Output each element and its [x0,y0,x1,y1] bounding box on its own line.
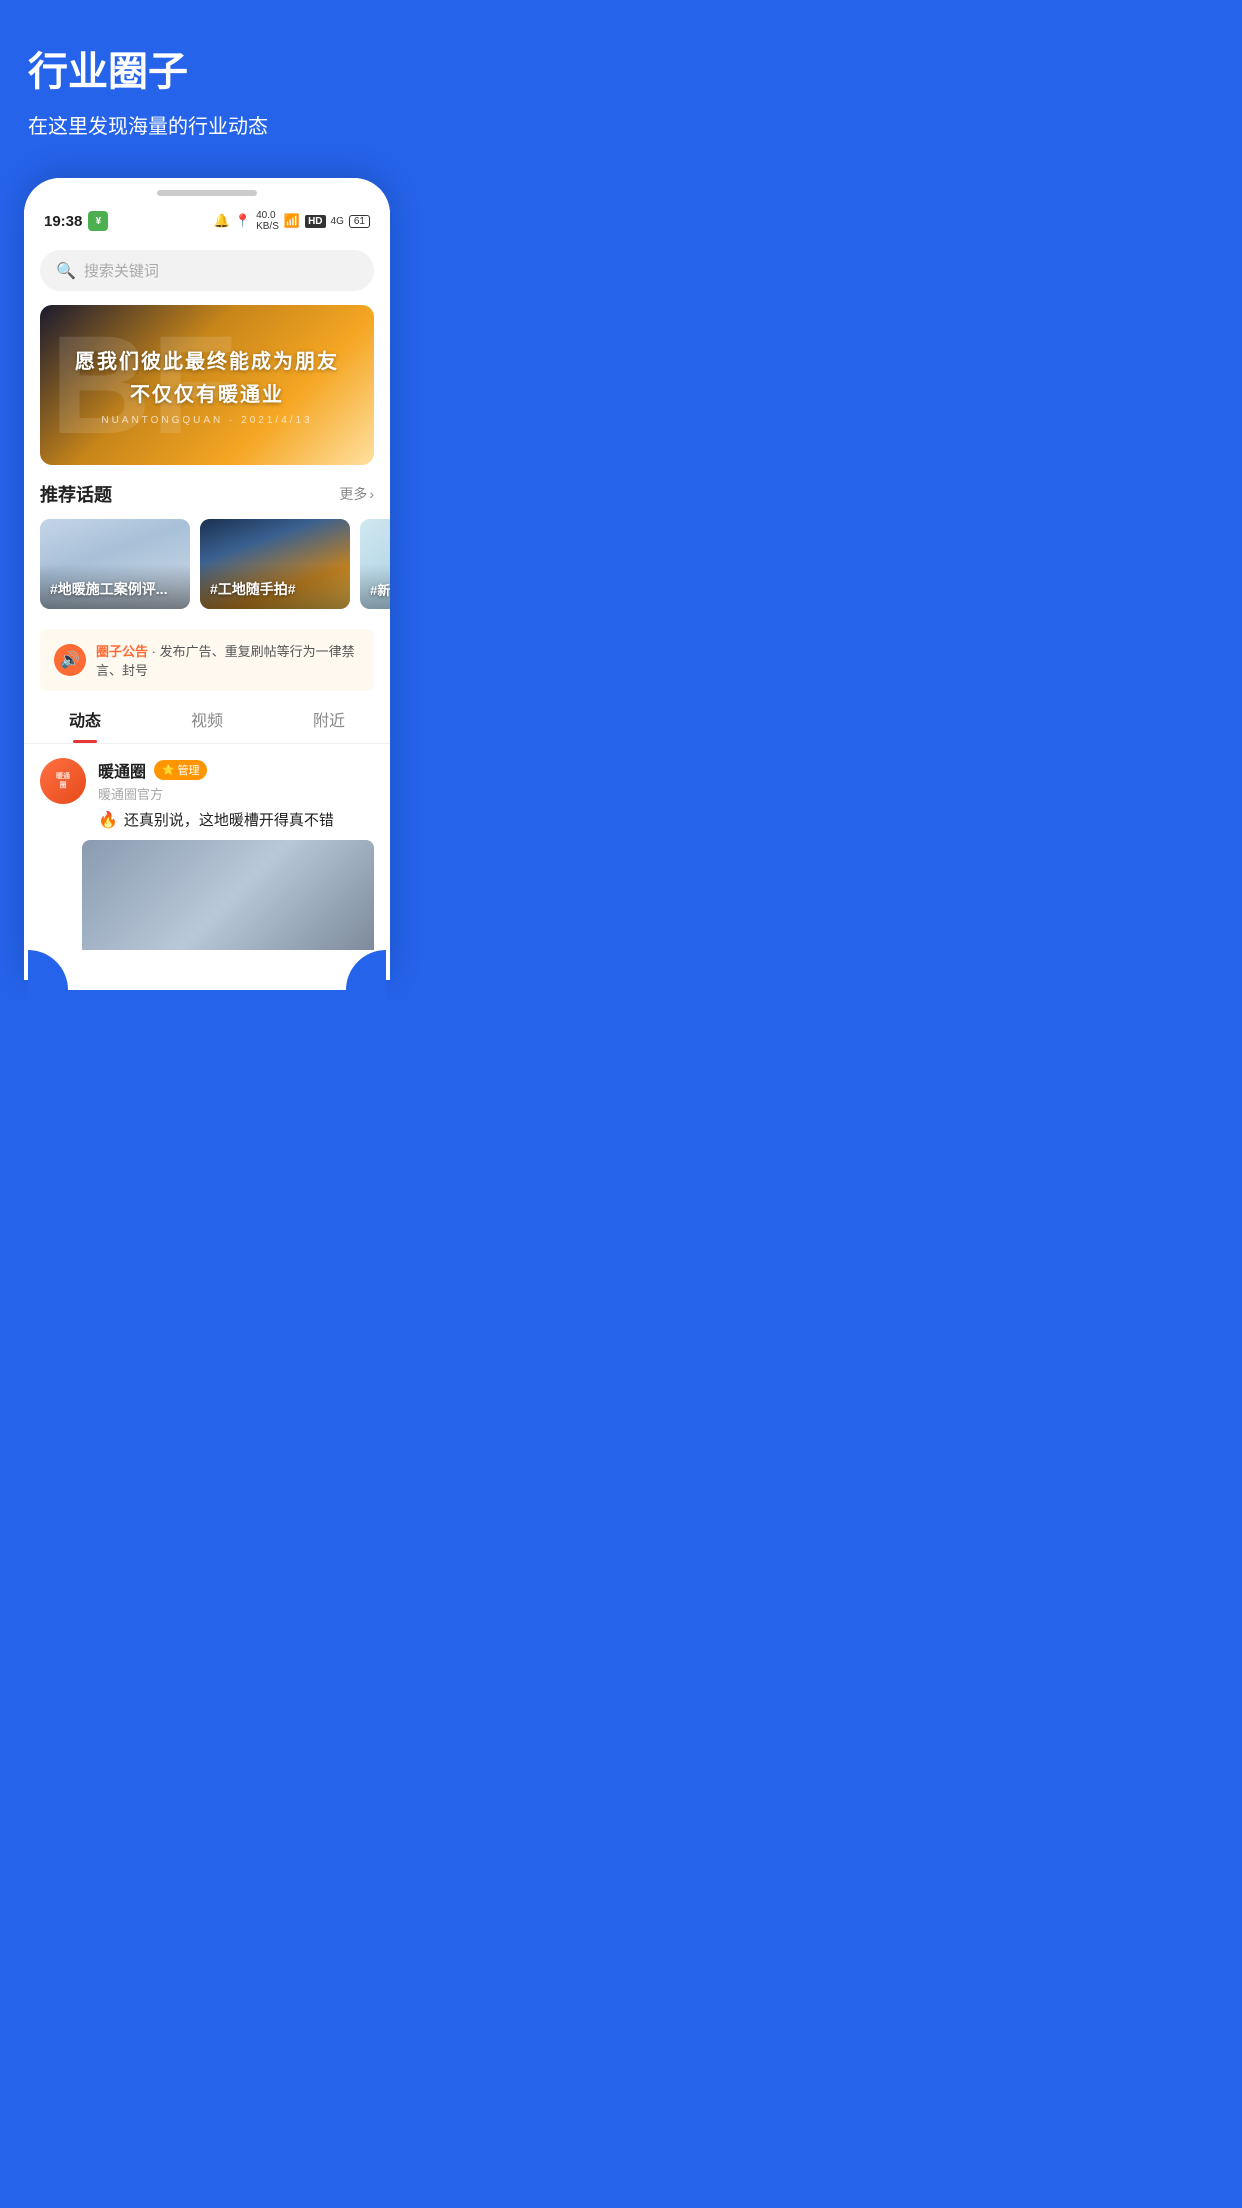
status-right: 🔔 📍 40.0KB/S 📶 HD 4G 61 [214,210,370,232]
topic-card-2[interactable]: #工地随手拍# [200,519,350,609]
wifi-icon: 📶 [284,213,300,229]
phone-top: 19:38 ¥ 🔔 📍 40.0KB/S 📶 HD 4G 61 [24,178,390,240]
tab-video[interactable]: 视频 [146,707,268,743]
topic-card-label-3: #新... [370,580,390,599]
tab-nearby[interactable]: 附近 [268,707,390,743]
topic-card-label-1: #地暖施工案例评... [50,579,167,599]
banner-text1: 愿我们彼此最终能成为朋友 [75,345,339,374]
banner[interactable]: BF 愿我们彼此最终能成为朋友 不仅仅有暖通业 NUANTONGQUAN · 2… [40,305,374,465]
search-placeholder: 搜索关键词 [84,260,159,281]
chevron-right-icon: › [369,486,374,502]
post-content: 暖通圈 ⭐ 管理 暖通圈官方 🔥 还真别说，这地暖槽开得真不错 [98,758,374,830]
post-item: 暖通圈 暖通圈 ⭐ 管理 暖通圈官方 🔥 还真别说，这地暖槽开得真不错 [24,744,390,830]
topic-card-1[interactable]: #地暖施工案例评... [40,519,190,609]
status-left: 19:38 ¥ [44,211,108,231]
battery-icon: 61 [349,215,370,228]
speed-label: 40.0KB/S [256,210,279,232]
phone-mockup: 19:38 ¥ 🔔 📍 40.0KB/S 📶 HD 4G 61 [24,178,390,980]
post-badge: ⭐ 管理 [154,760,207,780]
more-topics-button[interactable]: 更多 › [339,484,374,504]
post-text: 🔥 还真别说，这地暖槽开得真不错 [98,809,374,830]
search-container: 🔍 搜索关键词 [24,240,390,305]
page-subtitle: 在这里发现海量的行业动态 [28,112,386,142]
fire-icon: 🔥 [98,810,118,830]
avatar-wrap: 暖通圈 [40,758,86,830]
location-icon: 📍 [235,213,251,229]
tab-dongtai[interactable]: 动态 [24,707,146,743]
banner-sub: NUANTONGQUAN · 2021/4/13 [101,415,312,426]
avatar: 暖通圈 [40,758,86,804]
bell-icon: 🔔 [214,213,230,229]
recommended-topics-title: 推荐话题 [40,481,112,507]
announcement-icon: 🔊 [54,644,86,676]
status-app-icon: ¥ [88,211,108,231]
post-header: 暖通圈 ⭐ 管理 [98,758,374,782]
phone-pill [157,190,257,196]
topics-scroll: #地暖施工案例评... #工地随手拍# #新... [24,519,390,625]
page-title: 行业圈子 [28,48,386,96]
section-header-topics: 推荐话题 更多 › [24,481,390,519]
announcement: 🔊 圈子公告 · 发布广告、重复刷帖等行为一律禁言、封号 [40,629,374,691]
topic-card-label-2: #工地随手拍# [210,579,296,599]
status-bar: 19:38 ¥ 🔔 📍 40.0KB/S 📶 HD 4G 61 [44,210,370,232]
search-icon: 🔍 [56,261,76,281]
tabs-row: 动态 视频 附近 [24,691,390,744]
post-username: 暖通圈 [98,758,146,782]
topic-card-3[interactable]: #新... [360,519,390,609]
post-image [82,840,374,960]
status-time: 19:38 [44,213,82,230]
post-subname: 暖通圈官方 [98,784,374,803]
banner-text2: 不仅仅有暖通业 [130,378,284,407]
signal-icon: 4G [331,216,344,227]
star-icon: ⭐ [162,765,174,776]
search-bar[interactable]: 🔍 搜索关键词 [40,250,374,291]
banner-overlay: 愿我们彼此最终能成为朋友 不仅仅有暖通业 NUANTONGQUAN · 2021… [40,305,374,465]
hd-badge: HD [305,215,325,228]
announcement-text: 圈子公告 · 发布广告、重复刷帖等行为一律禁言、封号 [96,641,360,679]
